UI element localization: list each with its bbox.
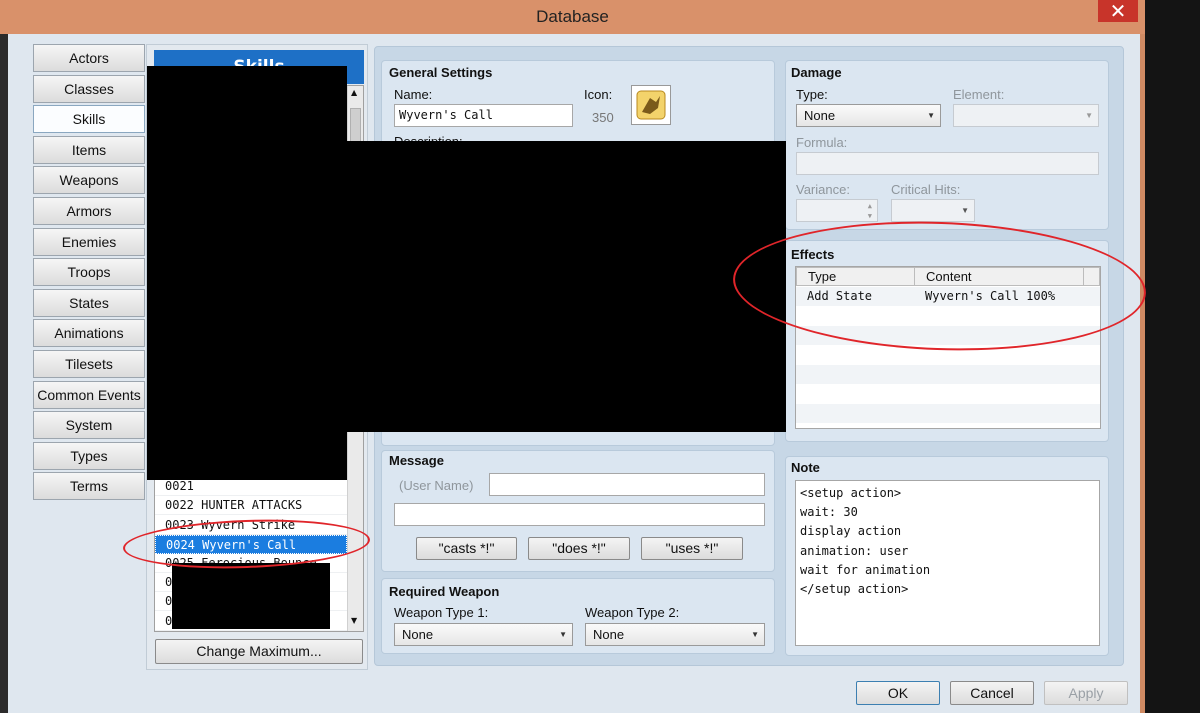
tab-enemies[interactable]: Enemies: [33, 227, 145, 256]
variance-spinner[interactable]: ▲ ▼: [796, 199, 878, 222]
formula-label: Formula:: [796, 135, 848, 150]
tab-states[interactable]: States: [33, 288, 145, 317]
scroll-up-arrow[interactable]: ▲: [351, 88, 357, 97]
effects-row[interactable]: [796, 404, 1100, 423]
chevron-down-icon: ▼: [751, 630, 759, 639]
note-title: Note: [791, 460, 820, 475]
list-item[interactable]: 0022 HUNTER ATTACKS: [155, 496, 347, 516]
chevron-down-icon: ▼: [559, 630, 567, 639]
message-line1-input[interactable]: [489, 473, 765, 496]
scroll-down-arrow[interactable]: ▼: [351, 616, 357, 625]
note-line: </setup action>: [800, 582, 909, 596]
close-button[interactable]: ✕: [1098, 0, 1138, 22]
damage-type-value: None: [804, 108, 836, 123]
variance-label: Variance:: [796, 182, 850, 197]
apply-button[interactable]: Apply: [1044, 681, 1128, 705]
redaction-block: [347, 141, 786, 432]
tab-common-events[interactable]: Common Events: [33, 380, 145, 409]
wyvern-icon[interactable]: [631, 85, 671, 125]
name-label: Name:: [394, 87, 433, 102]
ok-button[interactable]: OK: [856, 681, 940, 705]
note-line: <setup action>: [800, 486, 902, 500]
tab-actors[interactable]: Actors: [33, 44, 145, 72]
redaction-block: [147, 66, 347, 480]
icon-label: Icon:: [584, 87, 613, 102]
window-border: [1140, 34, 1145, 713]
formula-input[interactable]: [796, 152, 1099, 175]
damage-title: Damage: [791, 65, 842, 80]
tab-animations[interactable]: Animations: [33, 319, 145, 348]
note-line: wait: 30: [800, 505, 858, 520]
weapon-type1-value: None: [402, 627, 434, 642]
required-weapon-title: Required Weapon: [389, 584, 500, 599]
chevron-down-icon: ▼: [1085, 111, 1093, 120]
general-settings-title: General Settings: [389, 65, 493, 80]
element-label: Element:: [953, 87, 1005, 102]
message-line2-input[interactable]: [394, 503, 765, 526]
user-name-label: (User Name): [399, 478, 474, 493]
chevron-down-icon: ▼: [927, 111, 935, 120]
tab-terms[interactable]: Terms: [33, 472, 145, 501]
tab-armors[interactable]: Armors: [33, 197, 145, 225]
spinner-arrows-icon: ▲ ▼: [867, 202, 872, 220]
tab-tilesets[interactable]: Tilesets: [33, 350, 145, 378]
critical-hits-select[interactable]: ▼: [891, 199, 975, 222]
message-title: Message: [389, 453, 444, 468]
tab-weapons[interactable]: Weapons: [33, 166, 145, 195]
weapon-type1-select[interactable]: None ▼: [394, 623, 573, 646]
weapon-type2-value: None: [593, 627, 625, 642]
background-desktop: [1145, 0, 1200, 713]
window-title: Database: [536, 7, 609, 26]
casts-button[interactable]: "casts *!": [416, 537, 517, 560]
change-maximum-button[interactable]: Change Maximum...: [155, 639, 363, 664]
uses-button[interactable]: "uses *!": [641, 537, 743, 560]
weapon-type2-label: Weapon Type 2:: [585, 605, 680, 620]
weapon-type1-label: Weapon Type 1:: [394, 605, 489, 620]
chevron-down-icon: ▼: [961, 206, 969, 215]
tab-items[interactable]: Items: [33, 135, 145, 164]
tab-skills[interactable]: Skills: [33, 105, 145, 134]
damage-type-select[interactable]: None ▼: [796, 104, 941, 127]
does-button[interactable]: "does *!": [528, 537, 630, 560]
element-select[interactable]: ▼: [953, 104, 1099, 127]
damage-type-label: Type:: [796, 87, 828, 102]
effects-row[interactable]: [796, 384, 1100, 404]
note-line: animation: user: [800, 543, 909, 558]
icon-index: 350: [592, 110, 614, 125]
tab-classes[interactable]: Classes: [33, 74, 145, 103]
name-input[interactable]: Wyvern's Call: [394, 104, 573, 127]
tab-troops[interactable]: Troops: [33, 258, 145, 287]
tab-system[interactable]: System: [33, 411, 145, 440]
weapon-type2-select[interactable]: None ▼: [585, 623, 765, 646]
effects-row[interactable]: [796, 365, 1100, 384]
tab-types[interactable]: Types: [33, 441, 145, 470]
cancel-button[interactable]: Cancel: [950, 681, 1034, 705]
critical-hits-label: Critical Hits:: [891, 182, 961, 197]
redaction-block: [172, 563, 330, 629]
note-line: display action: [800, 524, 902, 539]
note-line: wait for animation: [800, 562, 931, 577]
